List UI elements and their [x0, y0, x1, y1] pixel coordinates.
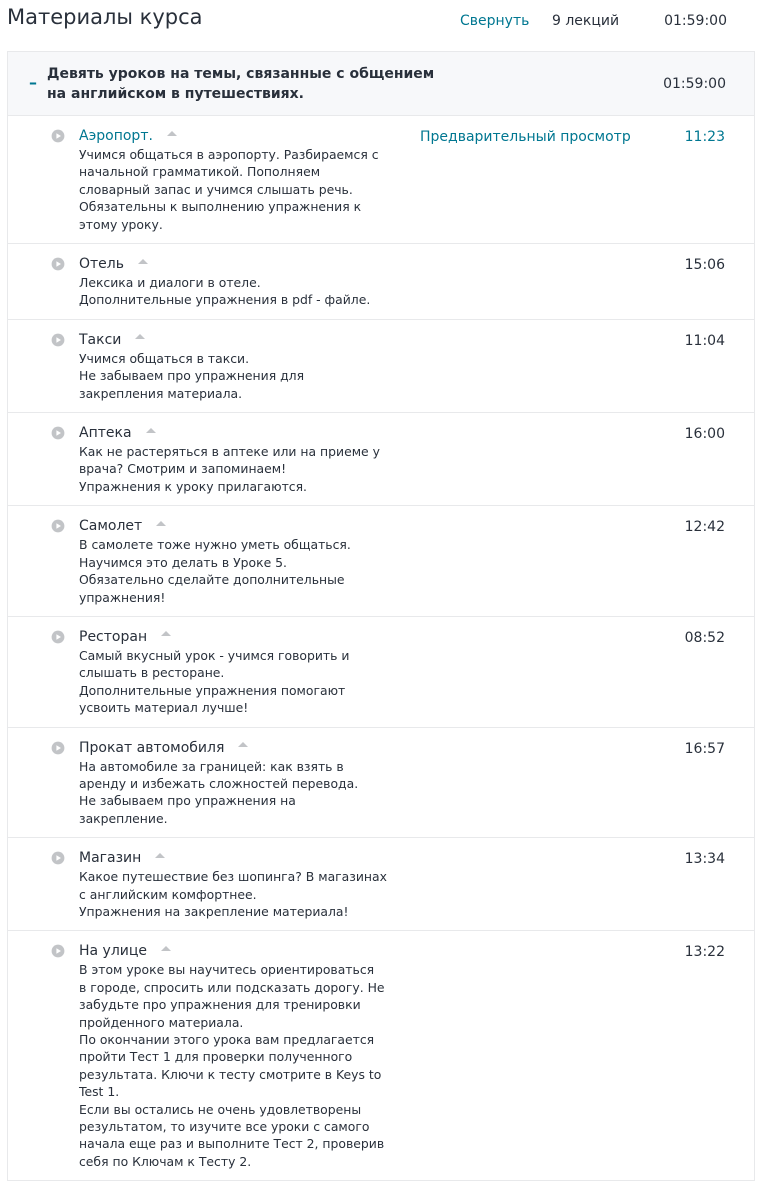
lecture-title-row: Такси [79, 330, 409, 350]
lecture-item[interactable]: Такси Учимся общаться в такси. Не забыва… [8, 320, 754, 414]
lecture-body: Отель Лексика и диалоги в отеле. Дополни… [8, 244, 409, 319]
lecture-duration: 16:00 [684, 426, 725, 443]
lecture-description: Самый вкусный урок - учимся говорить и с… [79, 647, 350, 716]
caret-up-icon[interactable] [155, 852, 166, 858]
lecture-title[interactable]: Отель [79, 254, 124, 274]
lecture-description: Как не растеряться в аптеке или на прием… [79, 444, 380, 494]
collapse-all-link[interactable]: Свернуть [460, 11, 529, 31]
lecture-description: Какое путешествие без шопинга? В магазин… [79, 869, 387, 919]
lecture-title-row: Аптека [79, 423, 409, 443]
curriculum-header: Материалы курса Свернуть 9 лекций 01:59:… [0, 0, 762, 48]
lecture-duration: 11:23 [684, 129, 725, 145]
lecture-duration: 11:04 [684, 332, 725, 349]
lecture-duration: 13:34 [684, 851, 725, 868]
caret-up-icon[interactable] [161, 631, 172, 637]
caret-up-icon[interactable] [145, 427, 156, 433]
lecture-title-row: Прокат автомобиля [79, 738, 409, 758]
lecture-list: Аэропорт. Учимся общаться в аэропорту. Р… [8, 116, 754, 1180]
total-duration: 01:59:00 [664, 13, 727, 29]
play-circle-icon[interactable] [51, 630, 65, 644]
lecture-body: Ресторан Самый вкусный урок - учимся гов… [8, 617, 409, 727]
lecture-item[interactable]: Аэропорт. Учимся общаться в аэропорту. Р… [8, 116, 754, 245]
lecture-title[interactable]: Ресторан [79, 627, 147, 647]
lecture-title[interactable]: Аэропорт. [79, 126, 153, 146]
lecture-duration: 12:42 [684, 519, 725, 536]
curriculum-section: – Девять уроков на темы, связанные с общ… [7, 51, 755, 1182]
play-circle-icon[interactable] [51, 426, 65, 440]
lecture-description: Учимся общаться в такси. Не забываем про… [79, 350, 305, 401]
lecture-title-row: На улице [79, 941, 409, 961]
play-circle-icon[interactable] [51, 851, 65, 865]
play-circle-icon[interactable] [51, 944, 65, 958]
lecture-item[interactable]: Самолет В самолете тоже нужно уметь обща… [8, 506, 754, 617]
caret-up-icon[interactable] [135, 334, 146, 340]
caret-up-icon[interactable] [156, 520, 167, 526]
page-title: Материалы курса [7, 5, 203, 29]
lecture-duration: 15:06 [684, 257, 725, 274]
lecture-body: Магазин Какое путешествие без шопинга? В… [8, 838, 409, 930]
play-circle-icon[interactable] [51, 129, 65, 143]
lecture-item[interactable]: На улице В этом уроке вы научитесь ориен… [8, 931, 754, 1180]
lecture-body: Прокат автомобиля На автомобиле за грани… [8, 728, 409, 838]
preview-link[interactable]: Предварительный просмотр [420, 127, 631, 147]
lecture-body: На улице В этом уроке вы научитесь ориен… [8, 931, 409, 1180]
lecture-description: В самолете тоже нужно уметь общаться. На… [79, 537, 351, 605]
lecture-body: Такси Учимся общаться в такси. Не забыва… [8, 320, 409, 412]
caret-up-icon[interactable] [138, 258, 148, 264]
caret-up-icon[interactable] [166, 130, 177, 136]
lecture-description: В этом уроке вы научитесь ориентироватьс… [79, 962, 385, 1169]
lecture-title[interactable]: Магазин [79, 848, 141, 868]
section-header[interactable]: – Девять уроков на темы, связанные с общ… [8, 52, 754, 116]
lecture-body: Самолет В самолете тоже нужно уметь обща… [8, 506, 409, 616]
play-circle-icon[interactable] [51, 333, 65, 347]
lecture-item[interactable]: Аптека Как не растеряться в аптеке или н… [8, 413, 754, 507]
lecture-item[interactable]: Прокат автомобиля На автомобиле за грани… [8, 728, 754, 839]
caret-up-icon[interactable] [238, 742, 249, 748]
lecture-body: Аптека Как не растеряться в аптеке или н… [8, 413, 409, 505]
lecture-title[interactable]: Такси [79, 330, 121, 350]
lecture-body: Аэропорт. Учимся общаться в аэропорту. Р… [8, 116, 409, 243]
lecture-item[interactable]: Отель Лексика и диалоги в отеле. Дополни… [8, 244, 754, 320]
collapse-toggle-icon[interactable]: – [29, 73, 37, 93]
lecture-title[interactable]: Аптека [79, 423, 132, 443]
lecture-duration: 16:57 [684, 740, 725, 757]
lecture-title[interactable]: Прокат автомобиля [79, 738, 224, 758]
section-duration: 01:59:00 [663, 76, 726, 92]
lecture-duration: 08:52 [684, 629, 725, 646]
lecture-duration: 13:22 [684, 944, 725, 961]
lecture-description: Учимся общаться в аэропорту. Разбираемся… [79, 147, 379, 232]
play-circle-icon[interactable] [51, 741, 65, 755]
lecture-title[interactable]: Самолет [79, 516, 142, 536]
lecture-title-row: Самолет [79, 516, 409, 536]
section-title: Девять уроков на темы, связанные с общен… [47, 66, 435, 102]
lecture-item[interactable]: Магазин Какое путешествие без шопинга? В… [8, 838, 754, 932]
lecture-title[interactable]: На улице [79, 941, 147, 961]
lecture-title-row: Ресторан [79, 627, 409, 647]
lecture-count: 9 лекций [552, 13, 620, 29]
play-circle-icon[interactable] [51, 519, 65, 533]
caret-up-icon[interactable] [161, 945, 172, 951]
lecture-title-row: Отель [79, 254, 409, 274]
lecture-item[interactable]: Ресторан Самый вкусный урок - учимся гов… [8, 617, 754, 728]
lecture-description: Лексика и диалоги в отеле. Дополнительны… [79, 275, 371, 308]
lecture-description: На автомобиле за границей: как взять в а… [79, 758, 359, 826]
play-circle-icon[interactable] [51, 257, 65, 271]
lecture-title-row: Аэропорт. [79, 126, 409, 146]
lecture-title-row: Магазин [79, 848, 409, 868]
